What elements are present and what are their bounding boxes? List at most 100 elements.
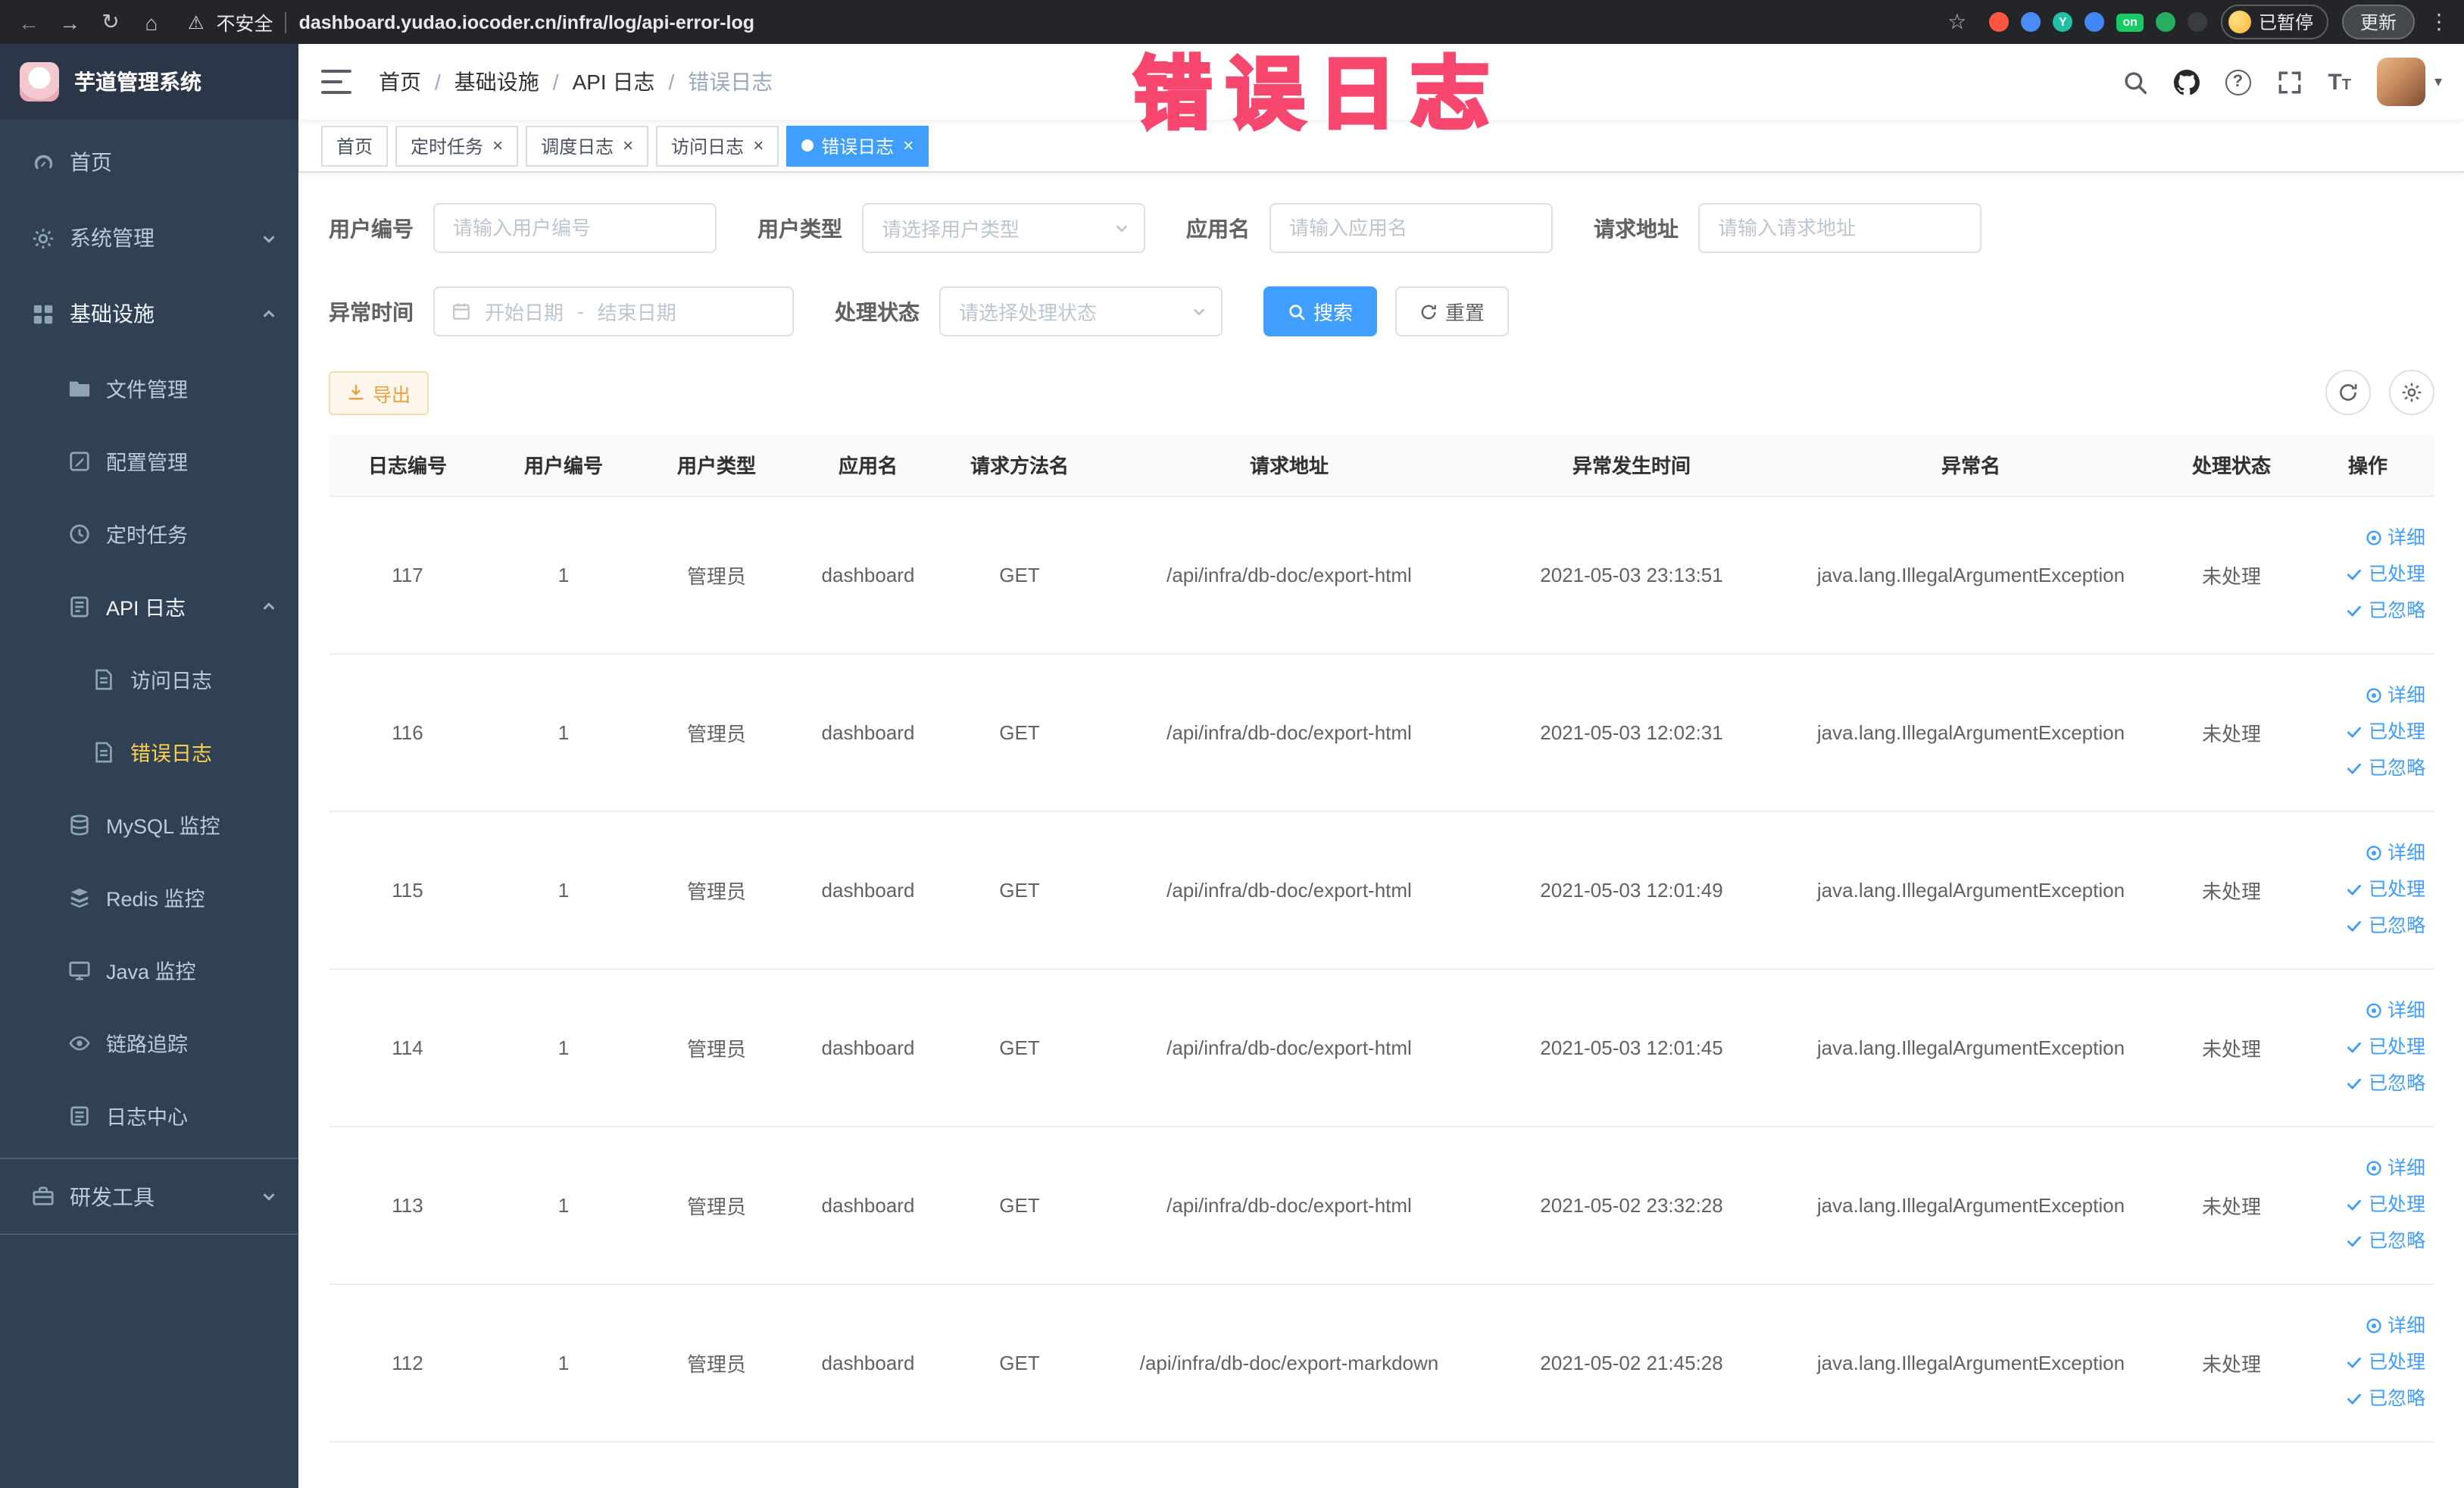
action-processed-link[interactable]: 已处理 — [2310, 714, 2425, 750]
user-id-cell: 1 — [486, 653, 641, 811]
sidebar-item-access-log[interactable]: 访问日志 — [0, 642, 298, 715]
tab-调度日志[interactable]: 调度日志 × — [526, 125, 649, 166]
app-name-cell: dashboard — [792, 495, 944, 654]
sidebar-item-api-log[interactable]: API 日志 — [0, 570, 298, 642]
browser-update-button[interactable]: 更新 — [2341, 5, 2415, 39]
sidebar-item-system[interactable]: 系统管理 — [0, 200, 298, 276]
tab-错误日志[interactable]: 错误日志 × — [786, 125, 929, 166]
tab-定时任务[interactable]: 定时任务 × — [395, 125, 519, 166]
action-ignored-link[interactable]: 已忽略 — [2310, 908, 2425, 944]
action-processed-link[interactable]: 已处理 — [2310, 871, 2425, 908]
action-detail-link[interactable]: 详细 — [2310, 1308, 2425, 1344]
sidebar-item-log-center[interactable]: 日志中心 — [0, 1079, 298, 1152]
action-processed-link[interactable]: 已处理 — [2310, 1186, 2425, 1223]
action-detail-link[interactable]: 详细 — [2310, 520, 2425, 556]
sidebar-item-label: 配置管理 — [106, 452, 188, 474]
breadcrumb-item[interactable]: 首页 — [379, 67, 421, 97]
extension-icon[interactable]: on — [2116, 13, 2144, 31]
action-processed-link[interactable]: 已处理 — [2310, 556, 2425, 592]
action-detail-link[interactable]: 详细 — [2310, 993, 2425, 1029]
action-detail-link[interactable]: 详细 — [2310, 835, 2425, 871]
extension-icon[interactable] — [1989, 12, 2010, 32]
profile-paused-badge[interactable]: 已暂停 — [2220, 5, 2328, 39]
github-icon[interactable] — [2173, 69, 2200, 95]
sidebar-item-mysql[interactable]: MySQL 监控 — [0, 788, 298, 861]
export-button[interactable]: 导出 — [329, 370, 429, 414]
column-header: 日志编号 — [329, 435, 486, 496]
sidebar-item-trace[interactable]: 链路追踪 — [0, 1006, 298, 1079]
exception-time-range-picker[interactable]: 开始日期 - 结束日期 — [433, 286, 794, 336]
font-size-icon[interactable]: TT — [2328, 69, 2351, 95]
table-body: 117 1 管理员 dashboard GET/api/infra/db-doc/exp… — [329, 495, 2434, 1442]
breadcrumb: 首页 / 基础设施 / API 日志 / 错误日志 — [379, 67, 773, 97]
close-tab-icon[interactable]: × — [492, 136, 503, 155]
extension-icon[interactable] — [2155, 12, 2175, 32]
action-processed-link[interactable]: 已处理 — [2310, 1029, 2425, 1065]
extension-icon[interactable] — [2021, 12, 2041, 32]
breadcrumb-item[interactable]: 基础设施 — [454, 67, 539, 97]
sidebar-item-infra[interactable]: 基础设施 — [0, 276, 298, 352]
home-icon[interactable]: ⌂ — [138, 8, 165, 36]
sidebar-toggle-icon[interactable] — [321, 70, 351, 94]
breadcrumb-item[interactable]: API 日志 — [573, 67, 655, 97]
user-type-select[interactable]: 请选择用户类型 — [862, 203, 1145, 253]
tab-访问日志[interactable]: 访问日志 × — [656, 125, 779, 166]
refresh-table-button[interactable] — [2325, 370, 2371, 415]
user-id-input[interactable] — [433, 203, 717, 253]
column-settings-button[interactable] — [2389, 370, 2434, 415]
extension-icon[interactable]: Y — [2053, 12, 2073, 32]
request-url-input[interactable] — [1698, 203, 1982, 253]
sidebar-item-java[interactable]: Java 监控 — [0, 933, 298, 1006]
action-ignored-link[interactable]: 已忽略 — [2310, 1380, 2425, 1417]
user-avatar — [2376, 58, 2425, 106]
sidebar-item-config[interactable]: 配置管理 — [0, 424, 298, 497]
sidebar-item-error-log[interactable]: 错误日志 — [0, 715, 298, 788]
bookmark-star-icon[interactable]: ☆ — [1947, 9, 1966, 35]
app-logo[interactable]: 芋道管理系统 — [0, 44, 298, 120]
extension-icon[interactable] — [2187, 12, 2207, 32]
reload-icon[interactable]: ↻ — [97, 8, 124, 36]
close-tab-icon[interactable]: × — [903, 136, 913, 155]
address-bar[interactable]: ⚠ 不安全 dashboard.yudao.iocoder.cn/infra/l… — [179, 0, 1975, 44]
action-detail-link[interactable]: 详细 — [2310, 677, 2425, 714]
sidebar-item-job[interactable]: 定时任务 — [0, 497, 298, 570]
action-processed-link[interactable]: 已处理 — [2310, 1344, 2425, 1380]
column-header: 应用名 — [792, 435, 944, 496]
reset-button[interactable]: 重置 — [1395, 286, 1510, 336]
process-status-select[interactable]: 请选择处理状态 — [939, 286, 1223, 336]
sidebar-item-dev-tools[interactable]: 研发工具 — [0, 1159, 298, 1235]
tab-首页[interactable]: 首页 — [321, 125, 389, 166]
table-header-row: 日志编号 用户编号 用户类型 应用名 请求方法名 请求地址 异常发生时间 异常名 处理状态 操作 — [329, 435, 2434, 496]
close-tab-icon[interactable]: × — [753, 136, 764, 155]
tab-label: 访问日志 — [671, 136, 745, 157]
dashboard-icon — [30, 150, 55, 174]
user-type-cell: 管理员 — [641, 653, 792, 811]
search-button[interactable]: 搜索 — [1263, 286, 1378, 336]
action-ignored-link[interactable]: 已忽略 — [2310, 750, 2425, 786]
action-ignored-link[interactable]: 已忽略 — [2310, 592, 2425, 629]
sidebar-item-label: MySQL 监控 — [106, 815, 220, 838]
browser-menu-icon[interactable]: ⋮ — [2428, 9, 2450, 35]
close-tab-icon[interactable]: × — [623, 136, 633, 155]
help-icon[interactable]: ? — [2225, 69, 2251, 95]
sidebar-item-redis[interactable]: Redis 监控 — [0, 861, 298, 933]
security-label[interactable]: 不安全 — [217, 8, 273, 36]
url-text[interactable]: dashboard.yudao.iocoder.cn/infra/log/api… — [299, 11, 754, 33]
sidebar-item-file[interactable]: 文件管理 — [0, 352, 298, 424]
column-header: 用户类型 — [641, 435, 792, 496]
app-name-input[interactable] — [1269, 203, 1553, 253]
extension-icon[interactable] — [2085, 12, 2105, 32]
action-ignored-link[interactable]: 已忽略 — [2310, 1223, 2425, 1259]
user-menu[interactable]: ▾ — [2376, 58, 2442, 106]
forward-icon[interactable]: → — [56, 8, 83, 36]
tab-label: 错误日志 — [821, 136, 895, 157]
content: 用户编号 用户类型 请选择用户类型 应用名 — [298, 173, 2464, 1488]
back-icon[interactable]: ← — [15, 8, 42, 36]
search-icon[interactable] — [2122, 69, 2147, 95]
action-ignored-link[interactable]: 已忽略 — [2310, 1065, 2425, 1102]
log-id-cell: 112 — [329, 1283, 486, 1442]
action-detail-link[interactable]: 详细 — [2310, 1150, 2425, 1186]
sidebar-item-home[interactable]: 首页 — [0, 124, 298, 200]
fullscreen-icon[interactable] — [2276, 69, 2302, 95]
chevron-down-icon — [1191, 303, 1207, 320]
